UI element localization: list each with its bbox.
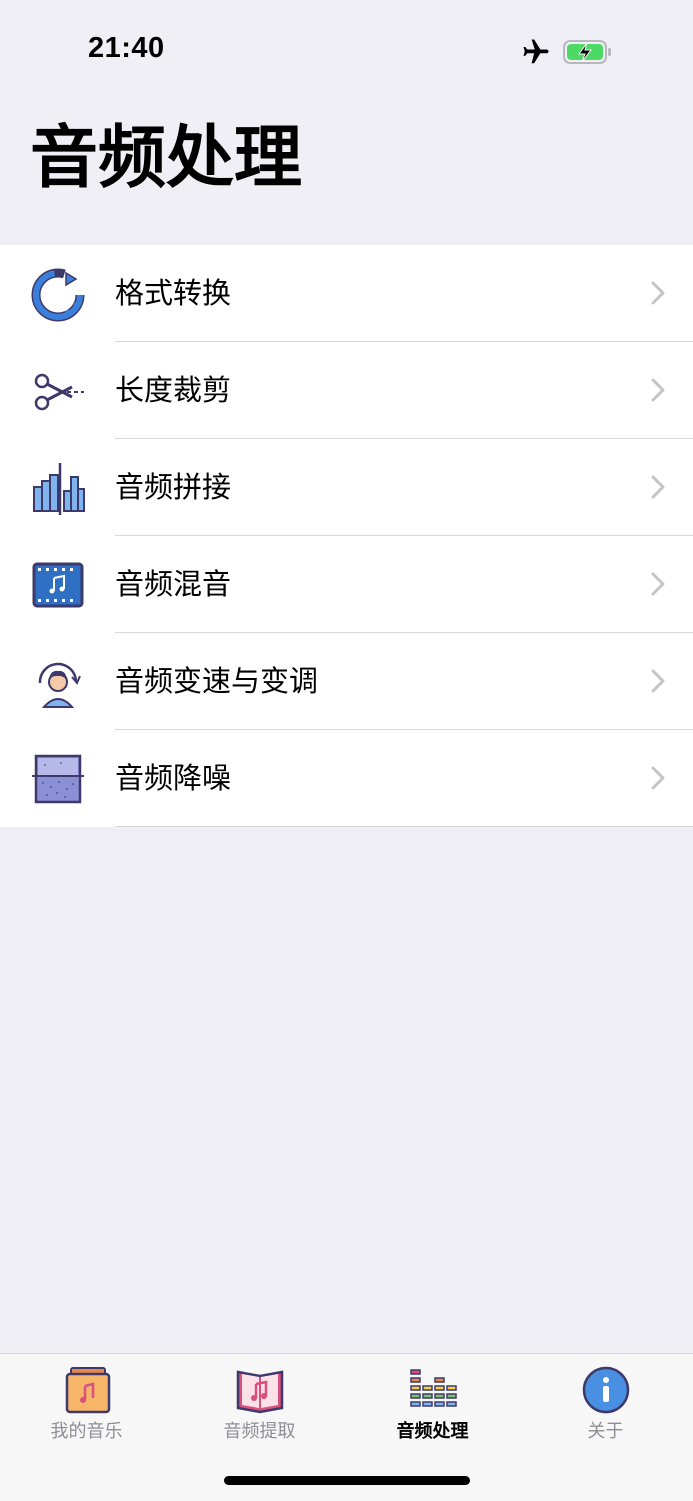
menu-item-label: 音频变速与变调 <box>115 664 319 698</box>
music-book-icon <box>236 1370 283 1414</box>
info-icon <box>582 1366 629 1414</box>
music-film-icon <box>32 562 84 608</box>
airplane-icon <box>523 39 549 64</box>
menu-item-label: 长度裁剪 <box>115 373 232 407</box>
menu-item-label: 格式转换 <box>115 276 232 310</box>
chevron-right-icon <box>651 281 665 305</box>
menu-item-format-convert[interactable]: 格式转换 <box>0 245 693 342</box>
tab-audio-processing[interactable]: 音频处理 <box>346 1354 519 1454</box>
menu-item-speed-pitch[interactable]: 音频变速与变调 <box>0 633 693 730</box>
menu-item-label: 音频混音 <box>115 567 232 601</box>
menu-item-label: 音频拼接 <box>115 470 232 504</box>
equalizer-icon <box>409 1369 457 1407</box>
status-time: 21:40 <box>88 32 165 64</box>
person-headphones-icon <box>38 662 81 708</box>
tab-label: 关于 <box>587 1421 624 1442</box>
tab-label: 音频处理 <box>396 1421 469 1442</box>
tab-label: 音频提取 <box>223 1421 296 1442</box>
bar-chart-splice-icon <box>33 463 85 515</box>
status-bar: 21:40 <box>0 0 693 100</box>
chevron-right-icon <box>651 669 665 693</box>
refresh-circle-icon <box>31 268 85 322</box>
page-title: 音频处理 <box>30 119 303 198</box>
battery-charging-icon <box>563 40 611 64</box>
menu-item-audio-mix[interactable]: 音频混音 <box>0 536 693 633</box>
tab-my-music[interactable]: 我的音乐 <box>0 1354 173 1454</box>
menu-item-length-trim[interactable]: 长度裁剪 <box>0 342 693 439</box>
menu-item-audio-splice[interactable]: 音频拼接 <box>0 439 693 536</box>
menu-item-noise-reduction[interactable]: 音频降噪 <box>0 730 693 827</box>
tab-audio-extract[interactable]: 音频提取 <box>173 1354 346 1454</box>
scissors-icon <box>34 373 84 411</box>
chevron-right-icon <box>651 572 665 596</box>
chevron-right-icon <box>651 475 665 499</box>
tab-about[interactable]: 关于 <box>519 1354 692 1454</box>
chevron-right-icon <box>651 766 665 790</box>
divider <box>115 826 693 827</box>
noise-grid-icon <box>32 754 84 804</box>
menu-item-label: 音频降噪 <box>115 761 232 795</box>
chevron-right-icon <box>651 378 665 402</box>
tab-label: 我的音乐 <box>50 1421 123 1442</box>
home-indicator <box>224 1476 470 1485</box>
music-folder-icon <box>65 1367 110 1414</box>
feature-list: 格式转换 长度裁剪 音频拼接 音频混音 音频变速与变调 音频降噪 <box>0 245 693 827</box>
